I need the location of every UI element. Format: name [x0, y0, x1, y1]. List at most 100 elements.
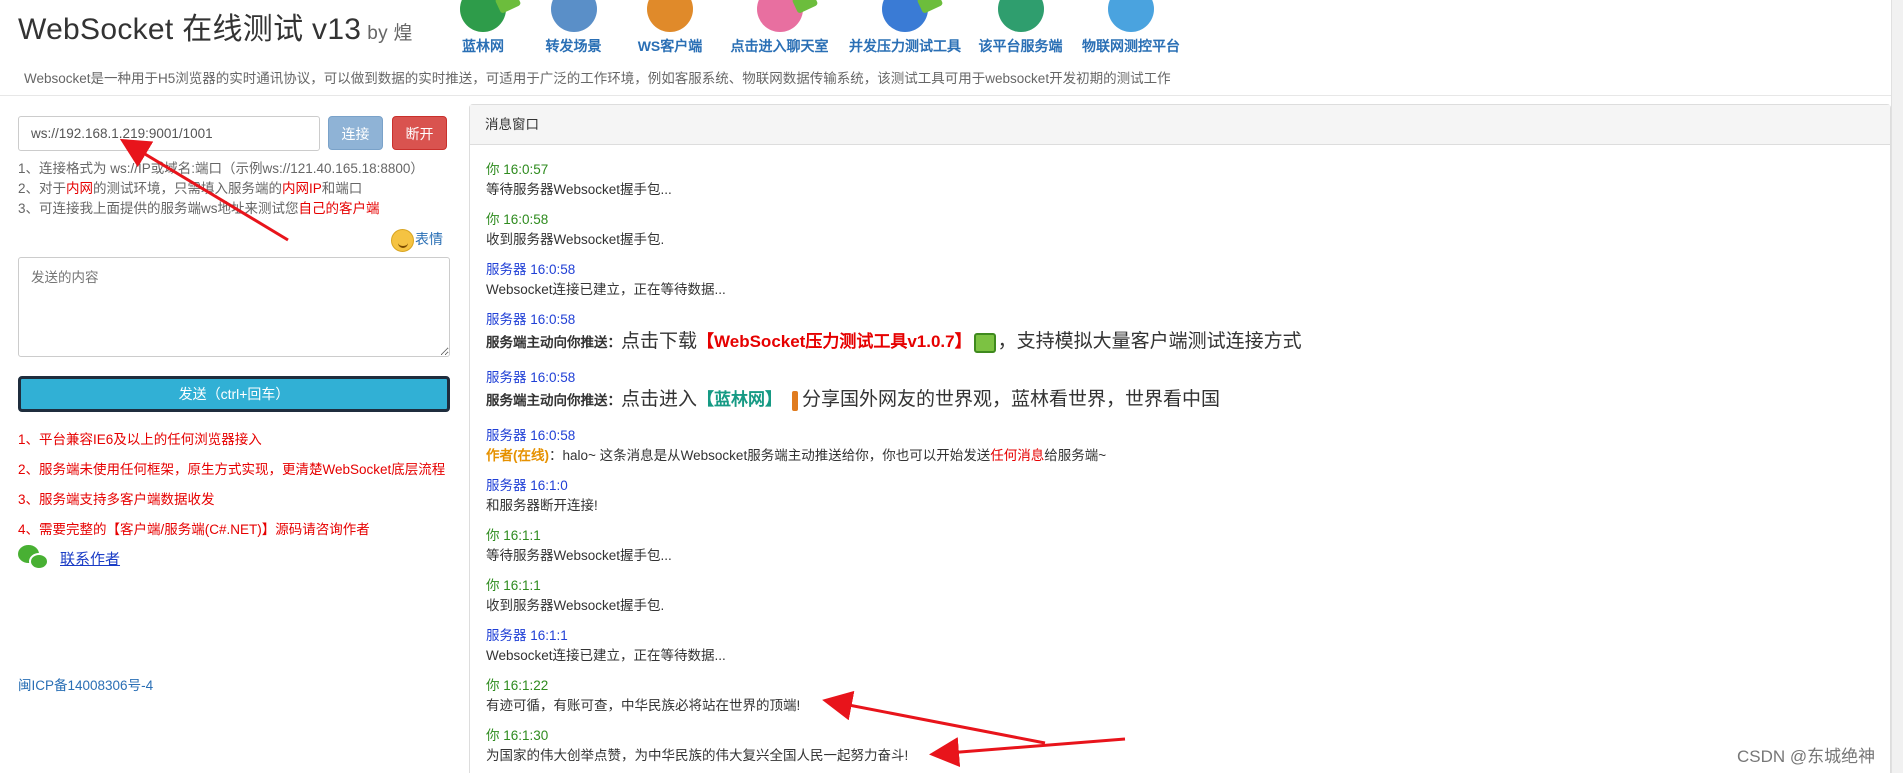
candle-icon	[792, 391, 799, 412]
tip-intranet-highlight: 内网IP	[282, 181, 322, 196]
message-meta: 服务器 16:0:58	[486, 427, 1106, 445]
message-text: Websocket连接已建立，正在等待数据...	[486, 648, 726, 663]
tip-intranet-text: 和端口	[321, 181, 363, 196]
message-item: 服务器 16:1:0 和服务器断开连接!	[486, 477, 598, 515]
push-text: ，支持模拟大量客户端测试连接方式	[997, 331, 1302, 352]
message-sender: 你	[486, 212, 500, 227]
tip-intranet-text: 2、对于	[18, 181, 67, 196]
message-meta: 服务器 16:0:58	[486, 369, 1220, 387]
nav-item-4[interactable]: 并发压力测试工具	[840, 0, 970, 56]
nav-item-1[interactable]: 转发场景	[526, 0, 621, 56]
tip-own-client-highlight: 自己的客户端	[298, 201, 380, 216]
tip-own-client: 3、可连接我上面提供的服务端ws地址来测试您自己的客户端	[18, 197, 380, 217]
top-nav: 蓝林网 转发场景 WS客户端 点击进入聊天室 并发压力测试工具 该平台服务端 物联网测控平台	[440, 0, 1191, 56]
disconnect-button[interactable]: 断开	[392, 116, 447, 150]
message-text: ：halo~ 这条消息是从Websocket服务端主动推送给你，你也可以开始发送	[549, 448, 991, 463]
nav-item-label: 蓝林网	[462, 38, 504, 54]
emoji-button[interactable]: 表情	[391, 229, 443, 252]
gift-icon	[973, 333, 996, 354]
author-label: 作者(在线)	[486, 448, 549, 463]
message-meta: 你 16:1:22	[486, 677, 800, 695]
message-meta: 你 16:0:57	[486, 161, 672, 179]
message-item: 你 16:1:1 等待服务器Websocket握手包...	[486, 527, 672, 565]
nav-item-label: 并发压力测试工具	[849, 38, 961, 54]
message-item: 你 16:1:1 收到服务器Websocket握手包.	[486, 577, 664, 615]
cloud-icon	[1108, 0, 1154, 32]
push-link[interactable]: 【WebSocket压力测试工具v1.0.7】	[697, 332, 972, 351]
message-time: 16:1:22	[503, 678, 549, 693]
speaker-icon	[647, 0, 693, 32]
message-item: 你 16:0:57 等待服务器Websocket握手包...	[486, 161, 672, 199]
message-time: 16:0:58	[530, 428, 576, 443]
connect-button[interactable]: 连接	[328, 116, 383, 150]
message-sender: 你	[486, 162, 500, 177]
nav-item-label: 点击进入聊天室	[730, 38, 829, 54]
send-button[interactable]: 发送（ctrl+回车）	[18, 376, 450, 412]
message-body: 作者(在线)：halo~ 这条消息是从Websocket服务端主动推送给你，你也…	[486, 447, 1106, 465]
message-item: 服务器 16:0:58 服务端主动向你推送：点击下载【WebSocket压力测试工…	[486, 311, 1302, 354]
nav-item-label: 物联网测控平台	[1082, 38, 1180, 54]
message-time: 16:1:1	[530, 628, 568, 643]
nav-item-label: 转发场景	[545, 38, 602, 54]
nav-item-6[interactable]: 物联网测控平台	[1071, 0, 1191, 56]
message-time: 16:0:57	[503, 162, 549, 177]
message-sender: 服务器	[486, 478, 527, 493]
app-author: by 煌	[367, 23, 413, 44]
message-text: 等待服务器Websocket握手包...	[486, 548, 672, 563]
note-multi-client: 3、服务端支持多客户端数据收发	[18, 492, 215, 507]
message-meta: 服务器 16:0:58	[486, 311, 1302, 329]
contact-author-link[interactable]: 联系作者	[60, 548, 120, 569]
app-title-text: WebSocket 在线测试 v13	[18, 13, 362, 46]
tower-icon	[550, 0, 597, 32]
message-time: 16:1:30	[503, 728, 549, 743]
message-sender: 服务器	[486, 262, 527, 277]
message-sender: 你	[486, 528, 500, 543]
message-text: Websocket连接已建立，正在等待数据...	[486, 282, 726, 297]
nav-item-0[interactable]: 蓝林网	[440, 0, 526, 56]
message-meta: 服务器 16:1:1	[486, 627, 726, 645]
message-panel: 消息窗口 你 16:0:57 等待服务器Websocket握手包... 你 16:0…	[469, 104, 1891, 773]
tip-intranet-text: 的测试环境，只需填入服务端的	[93, 181, 283, 196]
message-time: 16:0:58	[503, 212, 549, 227]
message-meta: 服务器 16:0:58	[486, 261, 726, 279]
message-text: 有迹可循，有账可查，中华民族必将站在世界的顶端!	[486, 698, 801, 713]
nav-item-5[interactable]: 该平台服务端	[970, 0, 1071, 56]
note-compat: 1、平台兼容IE6及以上的任何浏览器接入	[18, 432, 262, 447]
page-scrollbar[interactable]	[1891, 0, 1903, 773]
message-sender: 服务器	[486, 370, 527, 385]
message-item: 服务器 16:0:58 Websocket连接已建立，正在等待数据...	[486, 261, 726, 299]
icp-link[interactable]: 闽ICP备14008306号-4	[18, 674, 153, 694]
message-time: 16:0:58	[530, 370, 576, 385]
push-text: 点击进入	[621, 389, 698, 410]
message-meta: 你 16:1:1	[486, 577, 664, 595]
message-sender: 服务器	[486, 428, 527, 443]
nav-item-2[interactable]: WS客户端	[621, 0, 719, 56]
watermark: CSDN @东城绝神	[1737, 747, 1876, 766]
emoji-label: 表情	[415, 231, 443, 248]
message-item: 你 16:0:58 收到服务器Websocket握手包.	[486, 211, 664, 249]
message-sender: 服务器	[486, 628, 527, 643]
tip-own-client-text: 3、可连接我上面提供的服务端ws地址来测试您	[18, 201, 299, 216]
message-time: 16:1:1	[503, 528, 541, 543]
nav-item-3[interactable]: 点击进入聊天室	[719, 0, 840, 56]
tip-intranet-highlight: 内网	[66, 181, 94, 196]
message-input[interactable]	[18, 257, 450, 357]
globe-server-icon	[997, 0, 1044, 32]
ws-url-input[interactable]	[18, 116, 320, 151]
message-panel-title: 消息窗口	[470, 105, 1890, 145]
message-sender: 你	[486, 578, 500, 593]
message-body: 服务端主动向你推送：点击下载【WebSocket压力测试工具v1.0.7】 ，支持…	[486, 331, 1302, 354]
note-native: 2、服务端未使用任何框架，原生方式实现，更清楚WebSocket底层流程	[18, 462, 446, 477]
message-text: 给服务端~	[1044, 448, 1107, 463]
message-time: 16:1:1	[503, 578, 541, 593]
push-text: 点击下载	[621, 331, 698, 352]
tagline: Websocket是一种用于H5浏览器的实时通讯协议，可以做到数据的实时推送，可…	[24, 71, 1171, 86]
push-link[interactable]: 【蓝林网】	[697, 390, 782, 409]
message-time: 16:0:58	[530, 262, 576, 277]
message-item: 你 16:1:30 为国家的伟大创举点赞，为中华民族的伟大复兴全国人民一起努力奋斗…	[486, 727, 908, 765]
message-item: 你 16:1:22 有迹可循，有账可查，中华民族必将站在世界的顶端!	[486, 677, 800, 715]
push-label: 服务端主动向你推送：	[486, 393, 621, 408]
push-text: 分享国外网友的世界观，蓝林看世界，世界看中国	[802, 389, 1221, 410]
message-text: 等待服务器Websocket握手包...	[486, 182, 672, 197]
message-text: 收到服务器Websocket握手包.	[486, 232, 665, 247]
